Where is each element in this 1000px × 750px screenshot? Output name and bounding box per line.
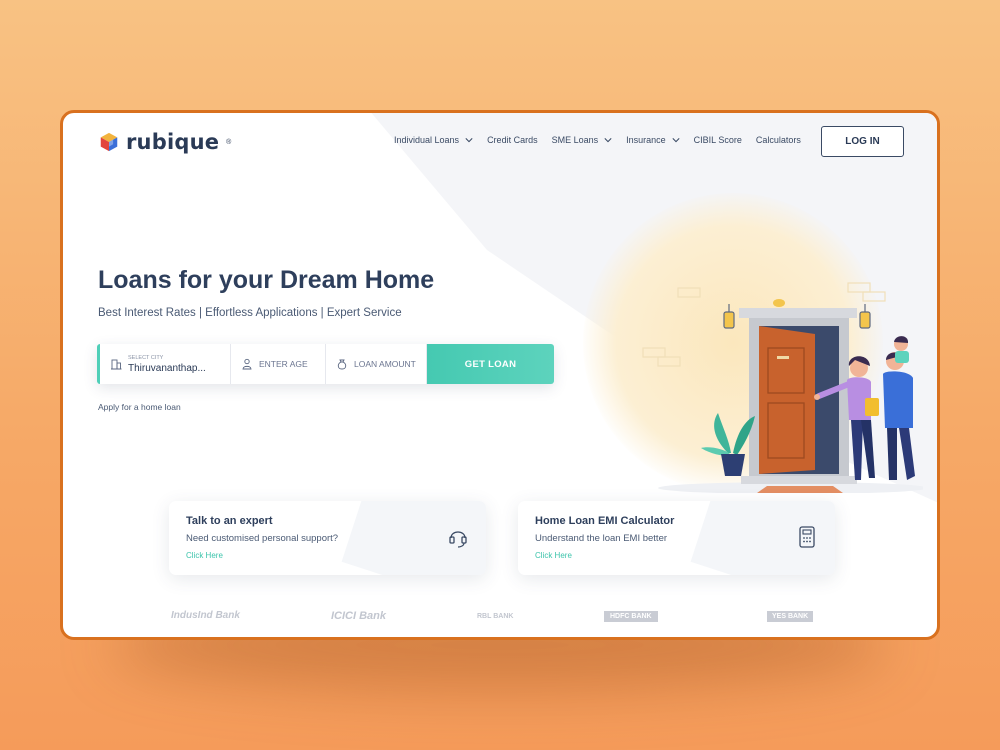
nav-insurance-label: Insurance <box>626 135 666 145</box>
nav-cibil-score-label: CIBIL Score <box>693 135 742 145</box>
nav-sme-loans-label: SME Loans <box>551 135 599 145</box>
bird <box>773 299 785 307</box>
bank-logo-rbl: RBL BANK <box>477 613 514 620</box>
door-step <box>741 476 857 484</box>
loan-search-bar: SELECT CITY Thiruvananthap... ENTER AGE … <box>97 344 554 384</box>
registered-mark: ® <box>226 138 232 146</box>
rubique-cube-icon <box>100 132 118 152</box>
login-button[interactable]: LOG IN <box>821 126 904 157</box>
nav-credit-cards[interactable]: Credit Cards <box>487 135 538 145</box>
building-icon <box>111 359 122 370</box>
get-loan-button[interactable]: GET LOAN <box>427 344 554 384</box>
card-description: Need customised personal support? <box>186 533 339 544</box>
man-with-child-figure <box>883 336 915 480</box>
nav-calculators-label: Calculators <box>755 135 801 145</box>
bank-logo-indusind: IndusInd Bank <box>171 610 240 621</box>
partner-banks-strip: IndusInd Bank ICICI Bank RBL BANK HDFC B… <box>63 610 937 634</box>
person-icon <box>242 358 252 370</box>
city-select[interactable]: SELECT CITY Thiruvananthap... <box>100 344 231 384</box>
apply-home-loan-link[interactable]: Apply for a home loan <box>98 402 181 412</box>
browser-frame: rubique ® Individual Loans Credit Cards S… <box>60 110 940 640</box>
nav-cibil-score[interactable]: CIBIL Score <box>694 135 742 145</box>
city-select-value: Thiruvananthap... <box>128 362 206 374</box>
chevron-down-icon <box>604 138 612 143</box>
emi-calculator-card[interactable]: Home Loan EMI Calculator Understand the … <box>518 501 835 575</box>
chevron-down-icon <box>465 138 473 143</box>
card-title: Talk to an expert <box>186 515 273 527</box>
brand-logo[interactable]: rubique ® <box>98 130 231 154</box>
money-bag-icon <box>337 359 347 370</box>
nav-sme-loans[interactable]: SME Loans <box>552 135 613 145</box>
city-select-label: SELECT CITY <box>128 354 164 361</box>
loan-amount-field[interactable]: LOAN AMOUNT <box>326 344 427 384</box>
nav-credit-cards-label: Credit Cards <box>487 135 538 145</box>
hero-title: Loans for your Dream Home <box>98 266 435 294</box>
calculator-icon <box>799 526 815 548</box>
bank-logo-yes: YES BANK <box>767 611 814 622</box>
lamp-right-icon <box>859 304 871 329</box>
bank-logo-icici: ICICI Bank <box>331 610 387 622</box>
chevron-down-icon <box>672 138 680 143</box>
hero-subtitle: Best Interest Rates | Effortless Applica… <box>98 307 402 319</box>
card-click-here-link[interactable]: Click Here <box>186 551 223 560</box>
loan-amount-placeholder: LOAN AMOUNT <box>354 359 416 369</box>
card-click-here-link[interactable]: Click Here <box>535 551 572 560</box>
nav-calculators[interactable]: Calculators <box>756 135 801 145</box>
headset-icon <box>449 531 467 548</box>
family-door-illustration <box>642 282 923 493</box>
nav-insurance[interactable]: Insurance <box>626 135 680 145</box>
card-title: Home Loan EMI Calculator <box>535 515 675 527</box>
age-field[interactable]: ENTER AGE <box>231 344 326 384</box>
card-description: Understand the loan EMI better <box>535 533 668 544</box>
nav-individual-loans[interactable]: Individual Loans <box>394 135 473 145</box>
talk-to-expert-card[interactable]: Talk to an expert Need customised person… <box>169 501 486 575</box>
main-nav: Individual Loans Credit Cards SME Loans … <box>394 135 815 145</box>
nav-individual-loans-label: Individual Loans <box>394 135 460 145</box>
brand-name: rubique <box>126 130 220 154</box>
age-field-placeholder: ENTER AGE <box>259 359 308 369</box>
doormat <box>757 486 843 493</box>
potted-plant <box>701 413 755 476</box>
lamp-left-icon <box>723 304 735 329</box>
door-lintel <box>739 308 857 318</box>
bank-logo-hdfc: HDFC BANK <box>604 611 658 622</box>
